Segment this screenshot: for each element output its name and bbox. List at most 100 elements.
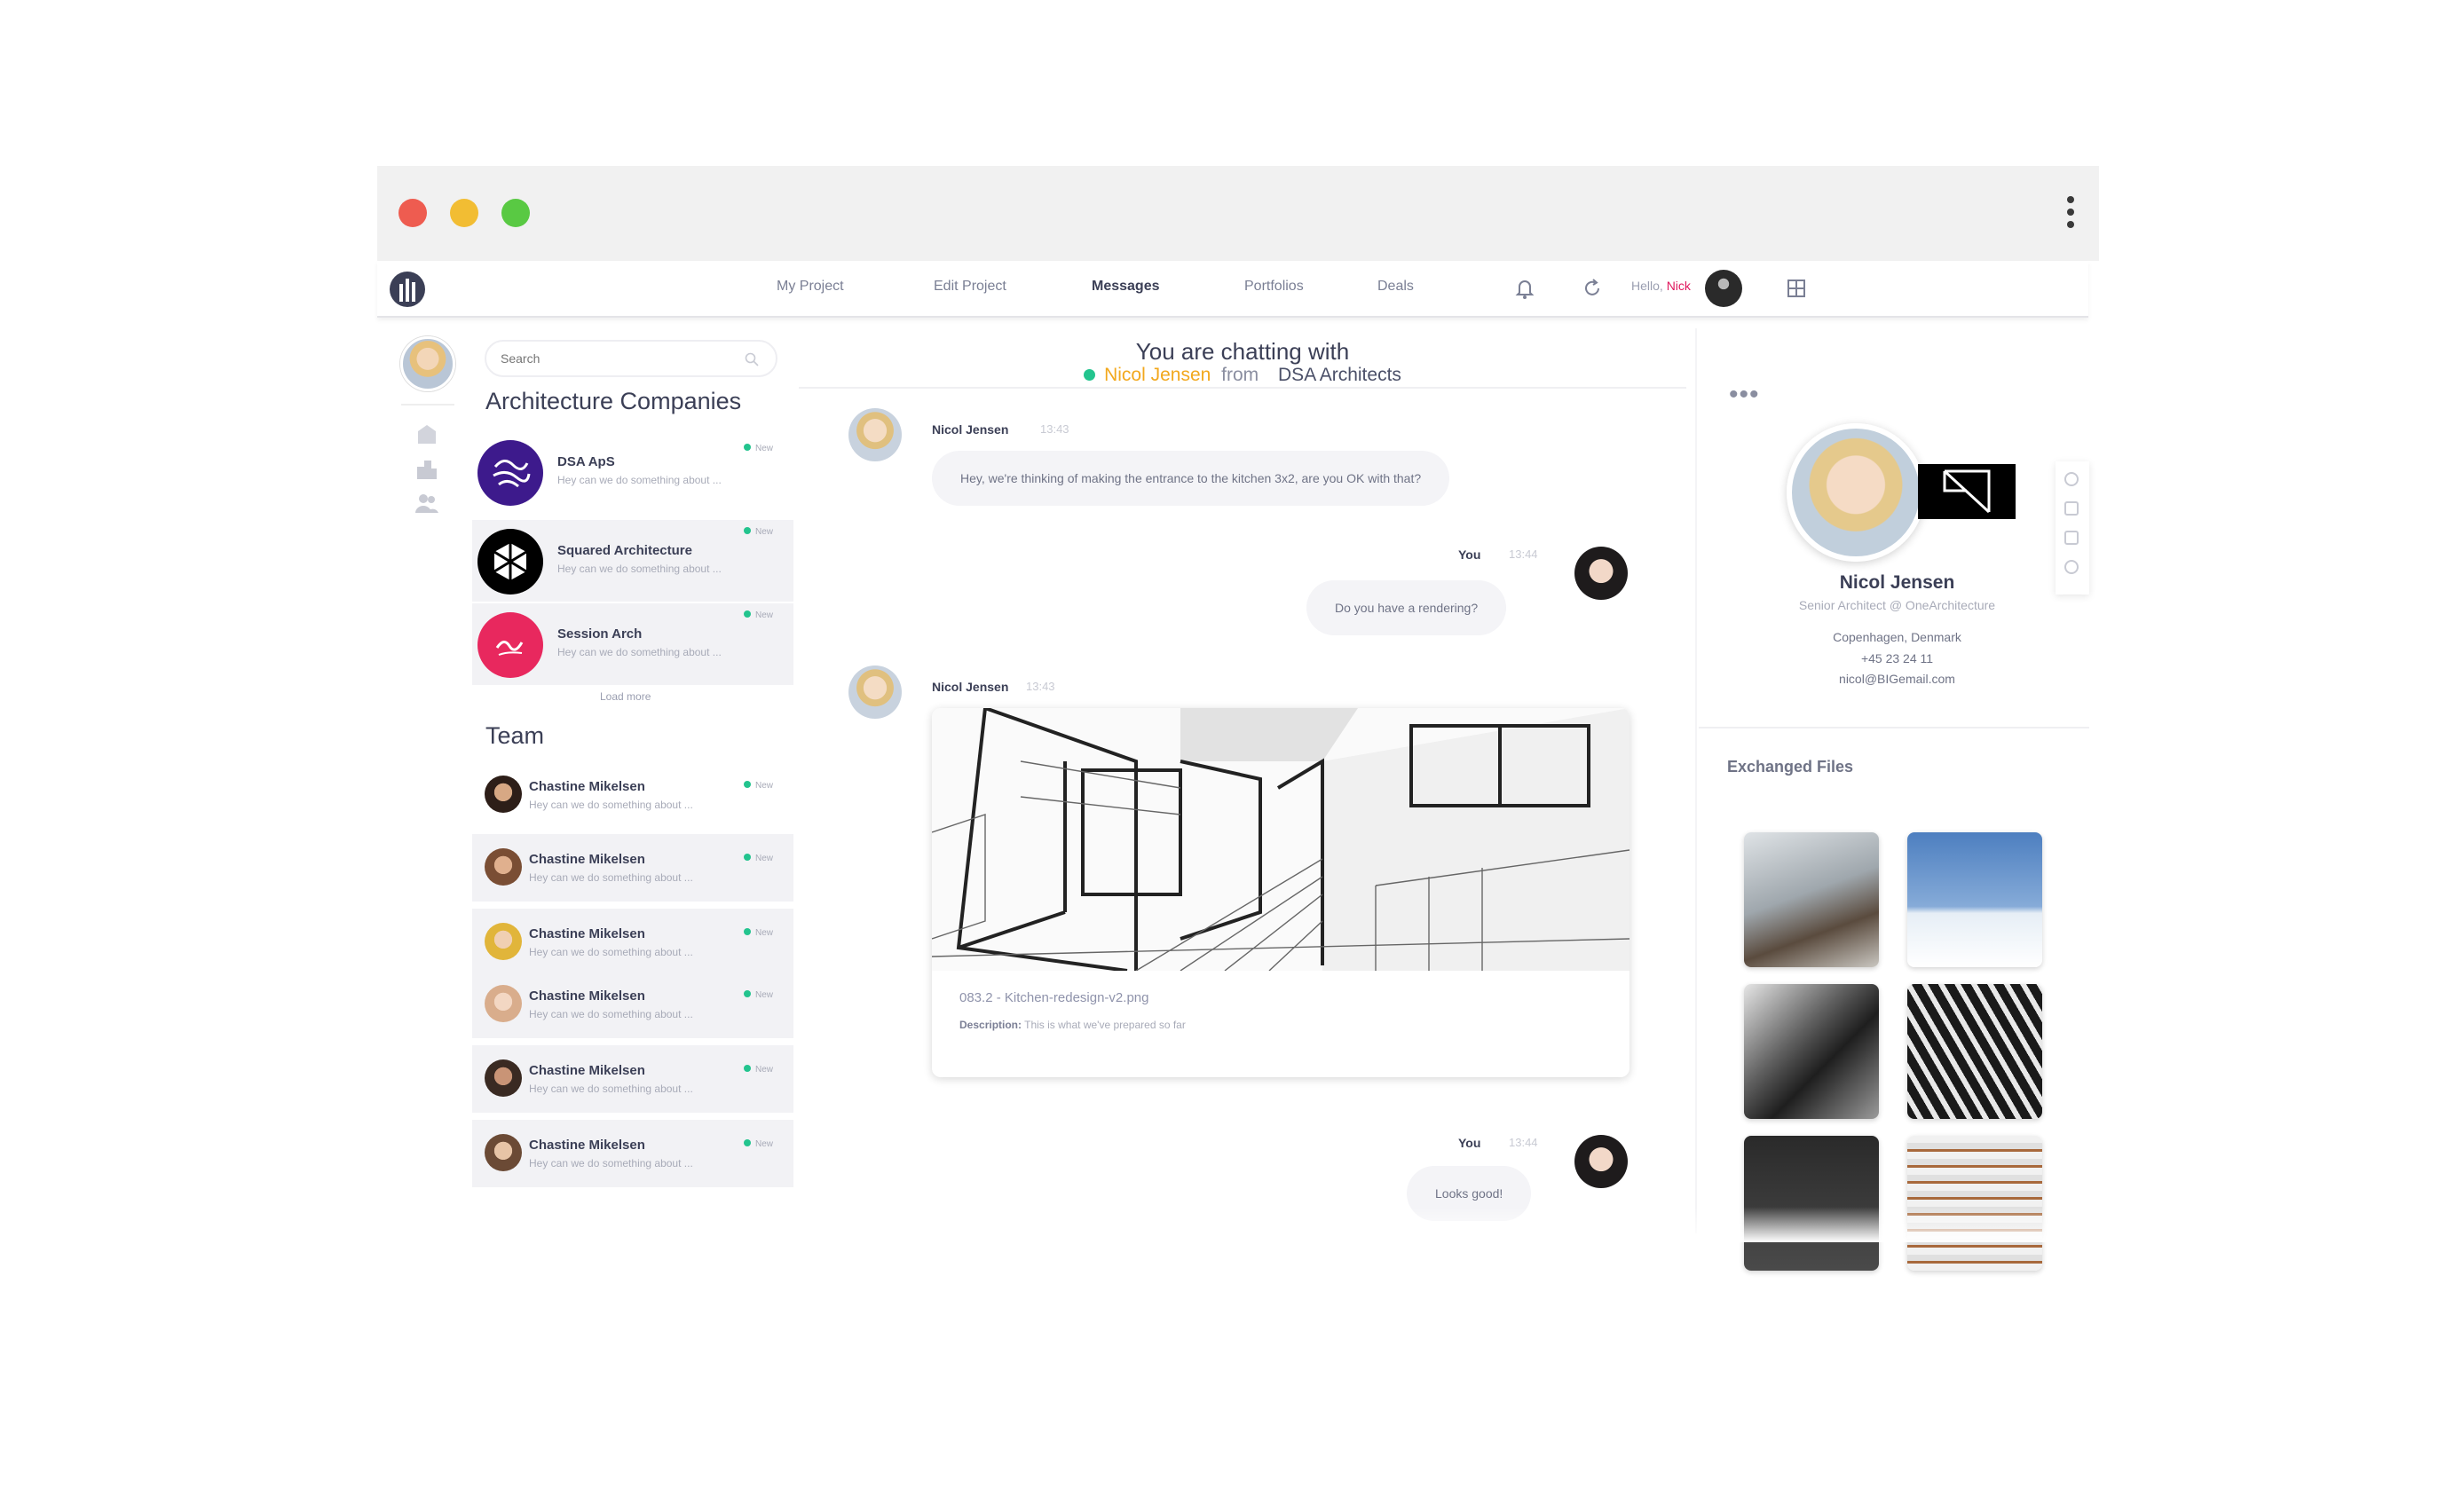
new-badge: New	[744, 1139, 773, 1149]
team-member-avatar	[485, 776, 522, 813]
profile-phone: +45 23 24 11	[1860, 651, 1934, 665]
online-status-icon	[1084, 369, 1096, 381]
team-member-avatar	[485, 923, 522, 960]
chat-partner-name[interactable]: Nicol Jensen	[1104, 365, 1211, 385]
message-bubble: Hey, we're thinking of making the entran…	[932, 451, 1450, 506]
message-avatar[interactable]	[848, 665, 902, 719]
new-badge: New	[744, 781, 773, 791]
notifications-bell-icon[interactable]	[1510, 273, 1540, 303]
profile-title: Senior Architect @ OneArchitecture	[1798, 598, 1996, 612]
message-avatar[interactable]	[1574, 547, 1628, 600]
window-title-bar	[377, 166, 2099, 261]
window-menu-icon[interactable]	[2067, 196, 2076, 232]
message-sender: Nicol Jensen	[932, 422, 1009, 437]
profile-photo[interactable]	[1787, 423, 1925, 562]
nav-messages[interactable]: Messages	[1092, 279, 1160, 295]
squared-architecture-logo	[477, 529, 543, 595]
greeting: Hello, Nick	[1631, 279, 1691, 293]
team-member-avatar	[485, 985, 522, 1022]
companies-heading: Architecture Companies	[485, 388, 742, 414]
message-time: 13:44	[1509, 1136, 1538, 1149]
team-member-item[interactable]: Chastine Mikelsen Hey can we do somethin…	[472, 1045, 793, 1114]
file-thumbnail-village[interactable]	[1907, 1136, 2042, 1271]
team-member-item[interactable]: Chastine Mikelsen Hey can we do somethin…	[472, 761, 793, 831]
team-icon[interactable]	[414, 491, 440, 516]
from-label: from	[1221, 365, 1259, 385]
search-input[interactable]	[485, 340, 777, 377]
profile-divider	[1699, 727, 2089, 728]
company-item-dsa[interactable]: DSA ApS Hey can we do something about ..…	[472, 431, 793, 513]
user-avatar[interactable]	[1705, 270, 1742, 307]
company-name: Session Arch	[557, 626, 643, 642]
message-sender: You	[1458, 1136, 1481, 1150]
file-thumbnail-snow[interactable]	[1907, 832, 2042, 967]
close-window-button[interactable]	[398, 199, 427, 227]
grid-apps-icon[interactable]	[1781, 273, 1811, 303]
nav-edit-project[interactable]: Edit Project	[934, 279, 1006, 295]
file-thumbnail-facade[interactable]	[1907, 984, 2042, 1119]
load-more-link[interactable]: Load more	[600, 690, 651, 703]
company-item-squared[interactable]: Squared Architecture Hey can we do somet…	[472, 520, 793, 602]
team-member-name: Chastine Mikelsen	[529, 988, 645, 1004]
team-member-preview: Hey can we do something about ...	[529, 1008, 693, 1020]
company-logo-image	[1918, 464, 2016, 519]
new-badge: New	[744, 928, 773, 938]
file-attachment-card[interactable]: 083.2 - Kitchen-redesign-v2.png Descript…	[932, 708, 1629, 1077]
nav-portfolios[interactable]: Portfolios	[1244, 279, 1304, 295]
team-member-avatar	[485, 848, 522, 886]
team-member-preview: Hey can we do something about ...	[529, 1083, 693, 1095]
chat-partner-org[interactable]: DSA Architects	[1278, 365, 1401, 385]
file-thumbnail-towers[interactable]	[1744, 984, 1879, 1119]
top-navigation: My Project Edit Project Messages Portfol…	[377, 261, 2088, 318]
nav-deals[interactable]: Deals	[1377, 279, 1414, 295]
nav-my-project[interactable]: My Project	[777, 279, 844, 295]
team-member-preview: Hey can we do something about ...	[529, 946, 693, 958]
team-member-avatar	[485, 1134, 522, 1171]
search-icon	[745, 352, 759, 366]
bottom-fade	[377, 1207, 2099, 1242]
team-member-item[interactable]: Chastine Mikelsen Hey can we do somethin…	[472, 1120, 793, 1189]
message-avatar[interactable]	[848, 408, 902, 461]
chat-partner-line: Nicol Jensen from DSA Architects	[799, 365, 1686, 386]
team-member-avatar	[485, 1059, 522, 1097]
building-icon[interactable]	[414, 421, 440, 445]
company-item-session[interactable]: Session Arch Hey can we do something abo…	[472, 603, 793, 685]
company-preview: Hey can we do something about ...	[557, 563, 722, 575]
profile-location: Copenhagen, Denmark	[1833, 630, 1961, 644]
message-avatar[interactable]	[1574, 1135, 1628, 1188]
more-options-icon[interactable]: •••	[1729, 380, 1760, 410]
team-member-preview: Hey can we do something about ...	[529, 799, 693, 811]
file-thumbnail-dark-building[interactable]	[1744, 1136, 1879, 1271]
profile-name: Nicol Jensen	[1839, 572, 1955, 593]
team-member-name: Chastine Mikelsen	[529, 852, 645, 867]
new-badge: New	[744, 990, 773, 1000]
rail-user-avatar[interactable]	[400, 336, 455, 391]
new-badge: New	[744, 527, 773, 537]
profile-email[interactable]: nicol@BIGemail.com	[1695, 672, 2099, 686]
settings-icon[interactable]	[2064, 472, 2079, 486]
dsa-logo	[477, 440, 543, 506]
city-icon[interactable]	[414, 456, 440, 481]
file-name-link[interactable]: 083.2 - Kitchen-redesign-v2.png	[959, 990, 1148, 1005]
company-preview: Hey can we do something about ...	[557, 474, 722, 486]
minimize-window-button[interactable]	[450, 199, 478, 227]
refresh-icon[interactable]	[1577, 273, 1607, 303]
team-member-item[interactable]: Chastine Mikelsen Hey can we do somethin…	[472, 909, 793, 978]
message-sender: You	[1458, 547, 1481, 562]
team-member-name: Chastine Mikelsen	[529, 779, 645, 794]
message-time: 13:43	[1040, 422, 1069, 436]
session-arch-logo	[477, 612, 543, 678]
team-member-item[interactable]: Chastine Mikelsen Hey can we do somethin…	[472, 834, 793, 903]
cart-icon[interactable]	[2064, 501, 2079, 516]
file-thumbnail-smoke[interactable]	[1744, 832, 1879, 967]
team-member-item[interactable]: Chastine Mikelsen Hey can we do somethin…	[472, 971, 793, 1040]
kitchen-rendering-image[interactable]	[932, 708, 1629, 973]
message-time: 13:44	[1509, 547, 1538, 561]
new-badge: New	[744, 610, 773, 620]
rail-divider	[401, 404, 454, 406]
chat-heading: You are chatting with	[1135, 338, 1350, 365]
app-logo[interactable]	[390, 272, 425, 307]
profile-panel-divider	[1695, 328, 1697, 1233]
maximize-window-button[interactable]	[501, 199, 530, 227]
card-icon[interactable]	[2064, 531, 2079, 545]
